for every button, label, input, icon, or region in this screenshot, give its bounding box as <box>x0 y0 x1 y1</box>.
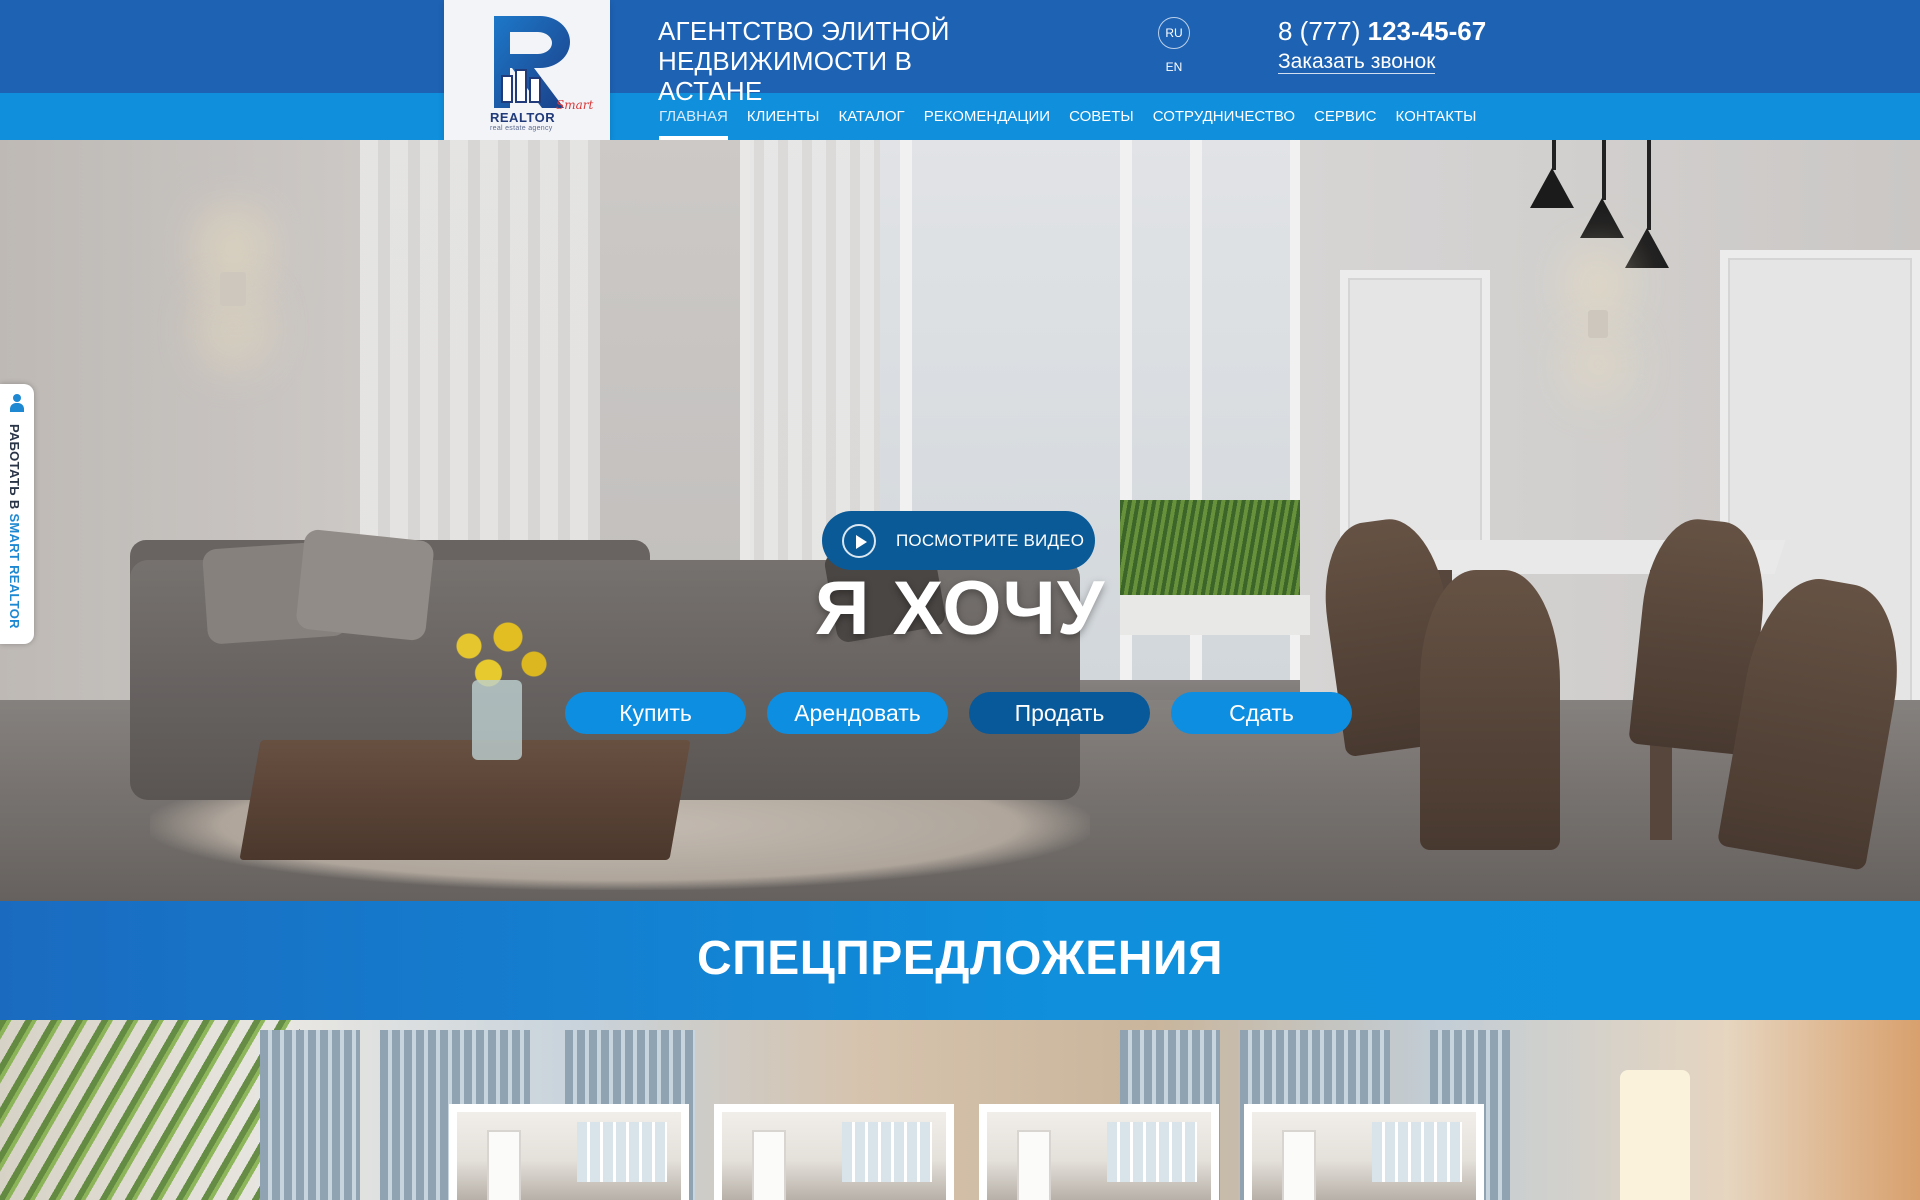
offers-title: СПЕЦПРЕДЛОЖЕНИЯ <box>697 932 1223 985</box>
phone-prefix: 8 (777) <box>1278 16 1361 46</box>
offer-card-photo <box>987 1112 1211 1200</box>
watch-video-button[interactable]: ПОСМОТРИТЕ ВИДЕО <box>822 511 1095 570</box>
offer-card-photo <box>722 1112 946 1200</box>
work-with-us-tab[interactable]: РАБОТАТЬ В SMART REALTOR <box>0 384 34 644</box>
work-with-us-prefix: РАБОТАТЬ В <box>7 424 22 514</box>
person-icon <box>9 394 25 412</box>
main-nav: ГЛАВНАЯ КЛИЕНТЫ КАТАЛОГ РЕКОМЕНДАЦИИ СОВ… <box>659 93 1495 140</box>
watch-video-label: ПОСМОТРИТЕ ВИДЕО <box>896 530 1085 550</box>
play-icon <box>842 523 876 558</box>
logo-tagline: real estate agency <box>490 125 553 132</box>
work-with-us-label: РАБОТАТЬ В SMART REALTOR <box>7 424 22 629</box>
nav-item-tips[interactable]: СОВЕТЫ <box>1069 93 1144 140</box>
offer-card[interactable] <box>1244 1104 1484 1200</box>
sell-button[interactable]: Продать <box>969 692 1150 734</box>
callback-link[interactable]: Заказать звонок <box>1278 51 1436 74</box>
hero-banner: ПОСМОТРИТЕ ВИДЕО <box>0 140 1920 901</box>
offers-bg-city <box>260 1030 360 1200</box>
offer-card[interactable] <box>979 1104 1219 1200</box>
lease-button[interactable]: Сдать <box>1171 692 1352 734</box>
brand-title-line-1: АГЕНТСТВО ЭЛИТНОЙ <box>658 16 950 46</box>
phone-number[interactable]: 8 (777) 123-45-67 <box>1278 16 1486 47</box>
nav-item-home[interactable]: ГЛАВНАЯ <box>659 93 738 140</box>
hero-actions: Купить Арендовать Продать Сдать <box>565 692 1352 734</box>
hero-headline: Я ХОЧУ <box>814 566 1106 651</box>
offer-card[interactable] <box>449 1104 689 1200</box>
offers-cards <box>449 1104 1484 1200</box>
nav-item-clients[interactable]: КЛИЕНТЫ <box>747 93 830 140</box>
phone-main: 123-45-67 <box>1367 16 1487 46</box>
nav-item-recommendations[interactable]: РЕКОМЕНДАЦИИ <box>924 93 1060 140</box>
logo[interactable]: Smart REALTOR real estate agency <box>444 0 610 140</box>
offers-bg-plant <box>0 1020 300 1200</box>
offer-card[interactable] <box>714 1104 954 1200</box>
offer-card-photo <box>457 1112 681 1200</box>
lang-en-button[interactable]: EN <box>1158 60 1190 74</box>
nav-item-contacts[interactable]: КОНТАКТЫ <box>1396 93 1487 140</box>
lang-ru-button[interactable]: RU <box>1158 17 1190 49</box>
nav-item-service[interactable]: СЕРВИС <box>1314 93 1386 140</box>
logo-realtor-text: REALTOR <box>490 110 556 125</box>
rent-button[interactable]: Арендовать <box>767 692 948 734</box>
work-with-us-brand: SMART REALTOR <box>7 513 22 629</box>
offer-card-photo <box>1252 1112 1476 1200</box>
nav-item-catalog[interactable]: КАТАЛОГ <box>838 93 914 140</box>
logo-r-mark <box>494 16 570 108</box>
logo-smart-text: Smart <box>556 98 594 112</box>
buy-button[interactable]: Купить <box>565 692 746 734</box>
nav-item-cooperation[interactable]: СОТРУДНИЧЕСТВО <box>1153 93 1305 140</box>
offers-bg-lamp <box>1620 1070 1690 1200</box>
